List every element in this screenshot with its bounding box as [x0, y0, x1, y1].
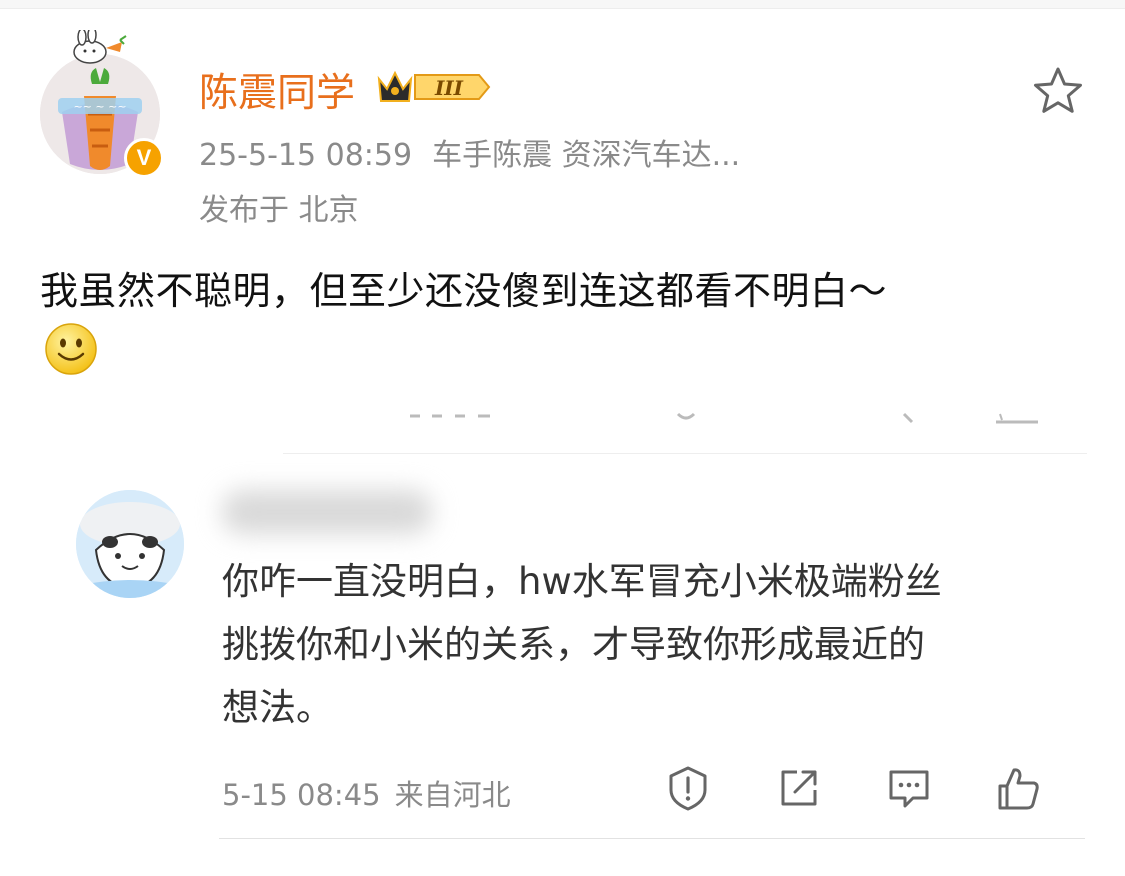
- comment-text: 你咋一直没明白，hw水军冒充小米极端粉丝 挑拨你和小米的关系，才导致你形成最近的…: [222, 550, 1082, 739]
- svg-text:~~ ~ ~~: ~~ ~ ~~: [73, 100, 126, 113]
- divider: [283, 453, 1087, 454]
- share-arrow-icon[interactable]: [775, 764, 823, 812]
- top-divider: [0, 0, 1125, 9]
- comment-line: 你咋一直没明白，hw水军冒充小米极端粉丝: [222, 560, 942, 603]
- post-text: 我虽然不聪明，但至少还没傻到连这都看不明白～: [40, 269, 888, 313]
- commenter-name-blurred[interactable]: [222, 490, 432, 534]
- comment-line: 想法。: [222, 686, 333, 729]
- hidden-action-bar: [410, 412, 1038, 424]
- smile-emoji-icon: [45, 323, 97, 375]
- warning-shield-icon[interactable]: [664, 764, 712, 812]
- verified-badge: V: [124, 138, 164, 178]
- comment-bubble-icon[interactable]: [885, 764, 933, 812]
- author-name[interactable]: 陈震同学: [199, 62, 355, 118]
- divider: [219, 838, 1085, 839]
- commenter-avatar[interactable]: [76, 490, 184, 598]
- star-outline-icon[interactable]: [1032, 66, 1084, 116]
- comment-source: 来自河北: [394, 778, 511, 812]
- post-timestamp: 25-5-15 08:59: [199, 138, 413, 173]
- comment-meta: 5-15 08:45 来自河北: [222, 772, 511, 814]
- thumbs-up-icon[interactable]: [994, 764, 1042, 812]
- level-crown-badge: III: [377, 70, 491, 102]
- post-meta: 25-5-15 08:59 车手陈震 资深汽车达...: [199, 130, 740, 174]
- post-location: 发布于 北京: [199, 193, 359, 228]
- post-source[interactable]: 车手陈震 资深汽车达...: [432, 138, 740, 173]
- comment-line: 挑拨你和小米的关系，才导致你形成最近的: [222, 623, 925, 666]
- comment-timestamp: 5-15 08:45: [222, 778, 381, 812]
- level-badge-text: III: [434, 76, 464, 100]
- rabbit-sticker-icon: [73, 30, 127, 64]
